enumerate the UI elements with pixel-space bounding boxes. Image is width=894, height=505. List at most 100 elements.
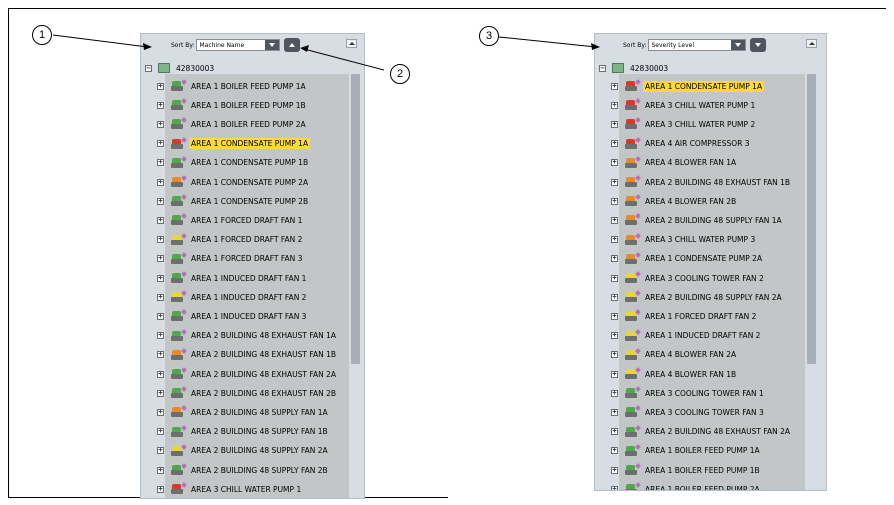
scrollbar-thumb[interactable] [807, 74, 816, 364]
expand-icon[interactable]: + [157, 140, 164, 148]
tree-item[interactable]: + AREA 2 BUILDING 48 SUPPLY FAN 1A [611, 213, 784, 227]
expand-icon[interactable]: + [157, 370, 164, 378]
expand-icon[interactable]: + [157, 293, 164, 301]
expand-icon[interactable]: + [157, 408, 164, 416]
tree-item[interactable]: + AREA 1 CONDENSATE PUMP 2A [611, 251, 764, 266]
tree-item[interactable]: + AREA 2 BUILDING 48 SUPPLY FAN 2A [157, 443, 330, 458]
tree-item[interactable]: + AREA 1 CONDENSATE PUMP 1A [157, 136, 311, 151]
tree-item[interactable]: + AREA 3 CHILL WATER PUMP 3 [611, 232, 757, 247]
expand-icon[interactable]: + [157, 485, 164, 493]
tree-item[interactable]: + AREA 3 COOLING TOWER FAN 1 [611, 386, 766, 400]
expand-icon[interactable]: + [611, 293, 618, 301]
tree-item[interactable]: + AREA 2 BUILDING 48 SUPPLY FAN 2B [157, 463, 330, 477]
tree-item[interactable]: + AREA 4 BLOWER FAN 2B [611, 194, 738, 208]
expand-icon[interactable]: + [611, 140, 618, 148]
expand-icon[interactable]: + [611, 120, 618, 128]
expand-icon[interactable]: + [157, 236, 164, 244]
expand-icon[interactable]: + [611, 332, 618, 340]
sort-by-select[interactable]: Severity Level [648, 39, 747, 51]
tree-item[interactable]: + AREA 2 BUILDING 48 EXHAUST FAN 2A [157, 367, 338, 381]
expand-icon[interactable]: + [157, 447, 164, 455]
tree-item[interactable]: + AREA 4 BLOWER FAN 1A [611, 155, 738, 170]
expand-icon[interactable]: + [611, 101, 618, 109]
tree-item[interactable]: + AREA 1 INDUCED DRAFT FAN 2 [157, 290, 308, 304]
expand-icon[interactable]: + [611, 370, 618, 378]
expand-icon[interactable]: + [157, 101, 164, 109]
expand-icon[interactable]: + [157, 255, 164, 263]
tree-item[interactable]: + AREA 2 BUILDING 48 EXHAUST FAN 2B [157, 386, 338, 400]
expand-icon[interactable]: + [157, 159, 164, 167]
expand-icon[interactable]: + [157, 389, 164, 397]
expand-icon[interactable]: + [157, 274, 164, 282]
expand-icon[interactable]: + [157, 466, 164, 474]
tree-item[interactable]: + AREA 2 BUILDING 48 SUPPLY FAN 1A [157, 405, 330, 419]
dropdown-arrow-icon[interactable] [265, 40, 280, 50]
tree-item[interactable]: + AREA 1 CONDENSATE PUMP 1A [611, 79, 765, 93]
expand-icon[interactable]: + [157, 197, 164, 205]
sort-direction-button[interactable] [284, 38, 301, 52]
tree-item[interactable]: + AREA 3 CHILL WATER PUMP 2 [611, 117, 757, 131]
tree-item[interactable]: + AREA 1 BOILER FEED PUMP 1B [157, 98, 308, 112]
tree-item[interactable]: + AREA 1 INDUCED DRAFT FAN 3 [157, 309, 308, 323]
expand-icon[interactable]: + [611, 485, 618, 490]
expand-icon[interactable]: + [611, 82, 618, 90]
tree-item[interactable]: + AREA 1 CONDENSATE PUMP 1B [157, 155, 310, 170]
expand-icon[interactable]: + [611, 197, 618, 205]
expand-icon[interactable]: + [611, 274, 618, 282]
tree-item[interactable]: + AREA 1 INDUCED DRAFT FAN 1 [157, 271, 308, 285]
tree-item[interactable]: + AREA 3 COOLING TOWER FAN 2 [611, 271, 766, 285]
tree-item[interactable]: + AREA 1 CONDENSATE PUMP 2A [157, 175, 310, 189]
expand-icon[interactable]: + [157, 428, 164, 436]
tree-item[interactable]: + AREA 2 BUILDING 48 EXHAUST FAN 1A [157, 328, 338, 343]
tree-item[interactable]: + AREA 4 AIR COMPRESSOR 3 [611, 136, 752, 151]
tree-item[interactable]: + AREA 1 BOILER FEED PUMP 2A [611, 482, 762, 490]
expand-icon[interactable]: + [611, 408, 618, 416]
scroll-up-button[interactable] [806, 39, 817, 48]
tree-item[interactable]: + AREA 3 CHILL WATER PUMP 1 [611, 98, 757, 112]
expand-icon[interactable]: + [611, 178, 618, 186]
collapse-icon[interactable]: − [145, 64, 152, 72]
expand-icon[interactable]: + [611, 255, 618, 263]
expand-icon[interactable]: + [611, 466, 618, 474]
expand-icon[interactable]: + [157, 82, 164, 90]
expand-icon[interactable]: + [157, 332, 164, 340]
expand-icon[interactable]: + [611, 389, 618, 397]
tree-item[interactable]: + AREA 1 FORCED DRAFT FAN 2 [157, 232, 304, 247]
expand-icon[interactable]: + [611, 447, 618, 455]
sort-direction-button[interactable] [750, 38, 767, 52]
tree-item[interactable]: + AREA 1 INDUCED DRAFT FAN 2 [611, 328, 762, 343]
tree-item[interactable]: + AREA 1 FORCED DRAFT FAN 3 [157, 251, 304, 266]
sort-by-select[interactable]: Machine Name [196, 39, 281, 51]
collapse-icon[interactable]: − [599, 64, 606, 72]
tree-item[interactable]: + AREA 2 BUILDING 48 SUPPLY FAN 2A [611, 290, 784, 304]
expand-icon[interactable]: + [611, 428, 618, 436]
expand-icon[interactable]: + [157, 351, 164, 359]
expand-icon[interactable]: + [157, 178, 164, 186]
tree-item[interactable]: + AREA 3 CHILL WATER PUMP 1 [157, 482, 303, 496]
expand-icon[interactable]: + [611, 312, 618, 320]
tree-item[interactable]: + AREA 2 BUILDING 48 EXHAUST FAN 1B [611, 175, 792, 189]
tree-root-node[interactable]: − 42830003 [145, 61, 216, 75]
tree-item[interactable]: + AREA 1 BOILER FEED PUMP 1B [611, 463, 762, 477]
expand-icon[interactable]: + [611, 216, 618, 224]
expand-icon[interactable]: + [611, 159, 618, 167]
dropdown-arrow-icon[interactable] [731, 40, 746, 50]
tree-item[interactable]: + AREA 4 BLOWER FAN 1B [611, 367, 738, 381]
expand-icon[interactable]: + [611, 351, 618, 359]
scrollbar-thumb[interactable] [351, 74, 360, 364]
tree-item[interactable]: + AREA 3 COOLING TOWER FAN 3 [611, 405, 766, 419]
expand-icon[interactable]: + [157, 312, 164, 320]
tree-root-node[interactable]: − 42830003 [599, 61, 670, 75]
tree-item[interactable]: + AREA 1 BOILER FEED PUMP 1A [611, 443, 762, 458]
tree-item[interactable]: + AREA 1 FORCED DRAFT FAN 2 [611, 309, 758, 323]
tree-item[interactable]: + AREA 1 BOILER FEED PUMP 1A [157, 79, 308, 93]
tree-item[interactable]: + AREA 1 CONDENSATE PUMP 2B [157, 194, 310, 208]
scroll-up-button[interactable] [346, 39, 357, 48]
tree-item[interactable]: + AREA 2 BUILDING 48 EXHAUST FAN 2A [611, 424, 792, 439]
tree-item[interactable]: + AREA 2 BUILDING 48 SUPPLY FAN 1B [157, 424, 330, 439]
expand-icon[interactable]: + [157, 120, 164, 128]
expand-icon[interactable]: + [611, 236, 618, 244]
tree-item[interactable]: + AREA 1 BOILER FEED PUMP 2A [157, 117, 308, 131]
tree-item[interactable]: + AREA 4 BLOWER FAN 2A [611, 347, 738, 362]
expand-icon[interactable]: + [157, 216, 164, 224]
